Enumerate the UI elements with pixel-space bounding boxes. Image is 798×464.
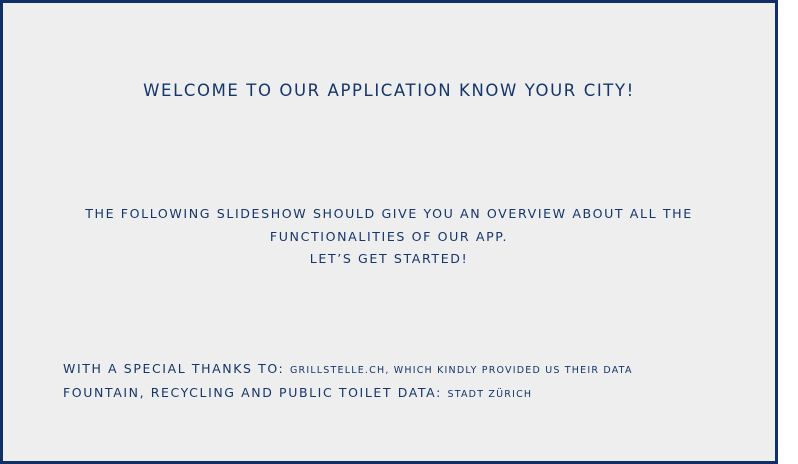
credit-detail: GRILLSTELLE.CH, WHICH KINDLY PROVIDED US… [289, 365, 633, 376]
intro-line: LET’S GET STARTED! [309, 251, 469, 266]
credit-detail: STADT ZÜRICH [447, 388, 533, 400]
intro-line: THE FOLLOWING SLIDESHOW SHOULD GIVE YOU … [85, 206, 693, 221]
credit-heading: FOUNTAIN, RECYCLING AND PUBLIC TOILET DA… [63, 384, 442, 400]
credit-line-grill: WITH A SPECIAL THANKS TO: GRILLSTELLE.CH… [63, 358, 633, 382]
credit-heading: WITH A SPECIAL THANKS TO: [63, 361, 285, 376]
intro-text: THE FOLLOWING SLIDESHOW SHOULD GIVE YOU … [43, 203, 735, 271]
credit-line-city: FOUNTAIN, RECYCLING AND PUBLIC TOILET DA… [63, 382, 633, 406]
welcome-slide: WELCOME TO OUR APPLICATION KNOW YOUR CIT… [0, 0, 778, 464]
slide-title: WELCOME TO OUR APPLICATION KNOW YOUR CIT… [143, 81, 635, 100]
intro-line: FUNCTIONALITIES OF OUR APP. [269, 228, 509, 244]
credits-section: WITH A SPECIAL THANKS TO: GRILLSTELLE.CH… [63, 358, 633, 405]
